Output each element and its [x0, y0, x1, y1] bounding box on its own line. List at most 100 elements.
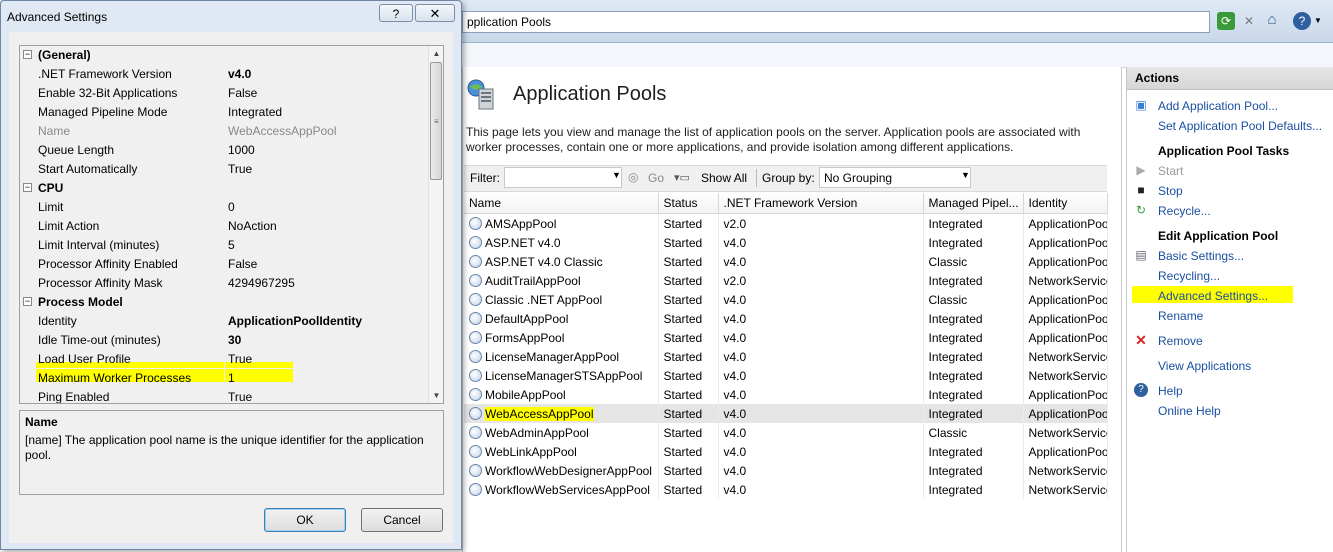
property-row[interactable]: Name WebAccessAppPool — [20, 122, 428, 141]
table-row[interactable]: WebAccessAppPool Started v4.0 Integrated App… — [464, 404, 1108, 423]
advanced-settings-link[interactable]: Advanced Settings... — [1158, 289, 1268, 303]
collapse-icon[interactable]: − — [23, 297, 32, 306]
property-row[interactable]: Limit 0 — [20, 198, 428, 217]
property-value[interactable]: True — [228, 162, 252, 176]
table-row[interactable]: LicenseManagerSTSAppPool Started v4.0 Integ… — [464, 366, 1108, 385]
scroll-up-icon[interactable]: ▲ — [429, 46, 443, 61]
cancel-button[interactable]: Cancel — [361, 508, 443, 532]
property-row[interactable]: Managed Pipeline Mode Integrated — [20, 103, 428, 122]
category-process-model[interactable]: − Process Model — [20, 293, 428, 312]
scroll-thumb[interactable]: ≡ — [430, 62, 442, 180]
go-button[interactable]: Go — [648, 171, 664, 185]
property-value[interactable]: 1000 — [228, 143, 255, 157]
address-bar[interactable]: pplication Pools — [462, 11, 1210, 33]
table-row[interactable]: FormsAppPool Started v4.0 Integrated Applica… — [464, 328, 1108, 347]
dialog-close-button[interactable]: ✕ — [415, 4, 455, 22]
collapse-icon[interactable]: − — [23, 50, 32, 59]
stop-nav-icon[interactable]: ✕ — [1240, 12, 1258, 30]
property-row[interactable]: Ping Enabled True — [20, 388, 428, 403]
table-row[interactable]: WebAdminAppPool Started v4.0 Classic Network… — [464, 423, 1108, 442]
recycle-action[interactable]: Recycle... — [1158, 204, 1211, 218]
home-icon[interactable]: ⌂ — [1263, 11, 1281, 29]
recycle-icon: ↻ — [1135, 203, 1147, 217]
show-all-button[interactable]: Show All — [701, 171, 747, 185]
property-value[interactable]: False — [228, 86, 257, 100]
pool-name-cell: AuditTrailAppPool — [464, 271, 659, 290]
table-row[interactable]: ASP.NET v4.0 Classic Started v4.0 Classic Ap… — [464, 252, 1108, 271]
property-row[interactable]: Identity ApplicationPoolIdentity — [20, 312, 428, 331]
property-row[interactable]: Processor Affinity Mask 4294967295 — [20, 274, 428, 293]
property-value[interactable]: 30 — [228, 333, 241, 347]
pool-framework-cell: v4.0 — [718, 423, 924, 442]
stop-icon: ■ — [1137, 183, 1145, 197]
property-value[interactable]: 0 — [228, 200, 235, 214]
property-row[interactable]: .NET Framework Version v4.0 — [20, 65, 428, 84]
column-header-pipeline[interactable]: Managed Pipel... — [923, 193, 1024, 214]
scroll-down-icon[interactable]: ▼ — [429, 388, 443, 403]
category-general[interactable]: − (General) — [20, 46, 428, 65]
pool-identity-cell: ApplicationPoolIdentity — [1023, 404, 1108, 423]
property-grid-scrollbar[interactable]: ▲ ≡ ▼ — [428, 46, 443, 403]
dialog-body: − (General) .NET Framework Version v4.0 … — [9, 32, 453, 543]
column-header-framework[interactable]: .NET Framework Version — [718, 193, 924, 214]
column-header-status[interactable]: Status — [658, 193, 719, 214]
column-header-identity[interactable]: Identity — [1023, 193, 1108, 214]
table-row[interactable]: WebLinkAppPool Started v4.0 Integrated Appli… — [464, 442, 1108, 461]
property-value[interactable]: False — [228, 257, 257, 271]
pool-framework-cell: v2.0 — [718, 271, 924, 290]
chevron-down-icon[interactable]: ▼ — [961, 170, 970, 180]
remove-link[interactable]: Remove — [1158, 334, 1203, 348]
property-value[interactable]: ApplicationPoolIdentity — [228, 314, 362, 328]
view-applications-link[interactable]: View Applications — [1158, 359, 1251, 373]
filter-input[interactable] — [504, 167, 622, 188]
stop-action[interactable]: Stop — [1158, 184, 1183, 198]
property-row[interactable]: Start Automatically True — [20, 160, 428, 179]
pool-framework-cell: v4.0 — [718, 442, 924, 461]
property-value[interactable]: Integrated — [228, 105, 282, 119]
property-value[interactable]: True — [228, 352, 252, 366]
rename-link[interactable]: Rename — [1158, 309, 1203, 323]
basic-settings-link[interactable]: Basic Settings... — [1158, 249, 1244, 263]
table-row[interactable]: WorkflowWebServicesAppPool Started v4.0 Int… — [464, 480, 1108, 499]
help-menu-icon[interactable]: ? — [1293, 12, 1311, 30]
online-help-link[interactable]: Online Help — [1158, 404, 1221, 418]
table-row[interactable]: AuditTrailAppPool Started v2.0 Integrated Ne… — [464, 271, 1108, 290]
table-row[interactable]: Classic .NET AppPool Started v4.0 Classic Ap… — [464, 290, 1108, 309]
property-value[interactable]: 1 — [228, 371, 235, 385]
filter-dropdown-icon[interactable]: ▼ — [612, 170, 621, 180]
category-cpu[interactable]: − CPU — [20, 179, 428, 198]
property-row[interactable]: Maximum Worker Processes 1 — [20, 369, 428, 388]
group-by-select[interactable]: No Grouping — [819, 167, 971, 188]
property-value[interactable]: NoAction — [228, 219, 277, 233]
pool-name-cell: ASP.NET v4.0 — [464, 233, 659, 252]
property-row[interactable]: Processor Affinity Enabled False — [20, 255, 428, 274]
property-row[interactable]: Limit Interval (minutes) 5 — [20, 236, 428, 255]
property-row[interactable]: Enable 32-Bit Applications False — [20, 84, 428, 103]
property-row[interactable]: Limit Action NoAction — [20, 217, 428, 236]
property-row-idle-timeout[interactable]: Idle Time-out (minutes) 30 — [20, 331, 428, 350]
table-row[interactable]: ASP.NET v4.0 Started v4.0 Integrated Applica… — [464, 233, 1108, 252]
table-row[interactable]: AMSAppPool Started v2.0 Integrated Applicati… — [464, 213, 1108, 233]
table-row[interactable]: WorkflowWebDesignerAppPool Started v4.0 Int… — [464, 461, 1108, 480]
property-row[interactable]: Load User Profile True — [20, 350, 428, 369]
collapse-icon[interactable]: − — [23, 183, 32, 192]
table-row[interactable]: DefaultAppPool Started v4.0 Integrated Appli… — [464, 309, 1108, 328]
refresh-icon[interactable]: ⟳ — [1217, 12, 1235, 30]
dialog-help-button[interactable]: ? — [379, 4, 413, 22]
chevron-down-icon[interactable]: ▼ — [1314, 16, 1322, 25]
property-name: Limit Action — [38, 219, 100, 233]
table-row[interactable]: MobileAppPool Started v4.0 Integrated Applic… — [464, 385, 1108, 404]
property-value[interactable]: v4.0 — [228, 67, 251, 81]
property-value[interactable]: 5 — [228, 238, 235, 252]
pool-pipeline-cell: Integrated — [923, 366, 1024, 385]
add-application-pool-link[interactable]: Add Application Pool... — [1158, 99, 1278, 113]
table-row[interactable]: LicenseManagerAppPool Started v4.0 Integrat… — [464, 347, 1108, 366]
recycling-link[interactable]: Recycling... — [1158, 269, 1220, 283]
set-pool-defaults-link[interactable]: Set Application Pool Defaults... — [1158, 119, 1322, 133]
help-link[interactable]: Help — [1158, 384, 1183, 398]
property-row[interactable]: Queue Length 1000 — [20, 141, 428, 160]
property-value[interactable]: True — [228, 390, 252, 403]
ok-button[interactable]: OK — [264, 508, 346, 532]
property-value[interactable]: 4294967295 — [228, 276, 295, 290]
column-header-name[interactable]: Name — [464, 193, 659, 214]
